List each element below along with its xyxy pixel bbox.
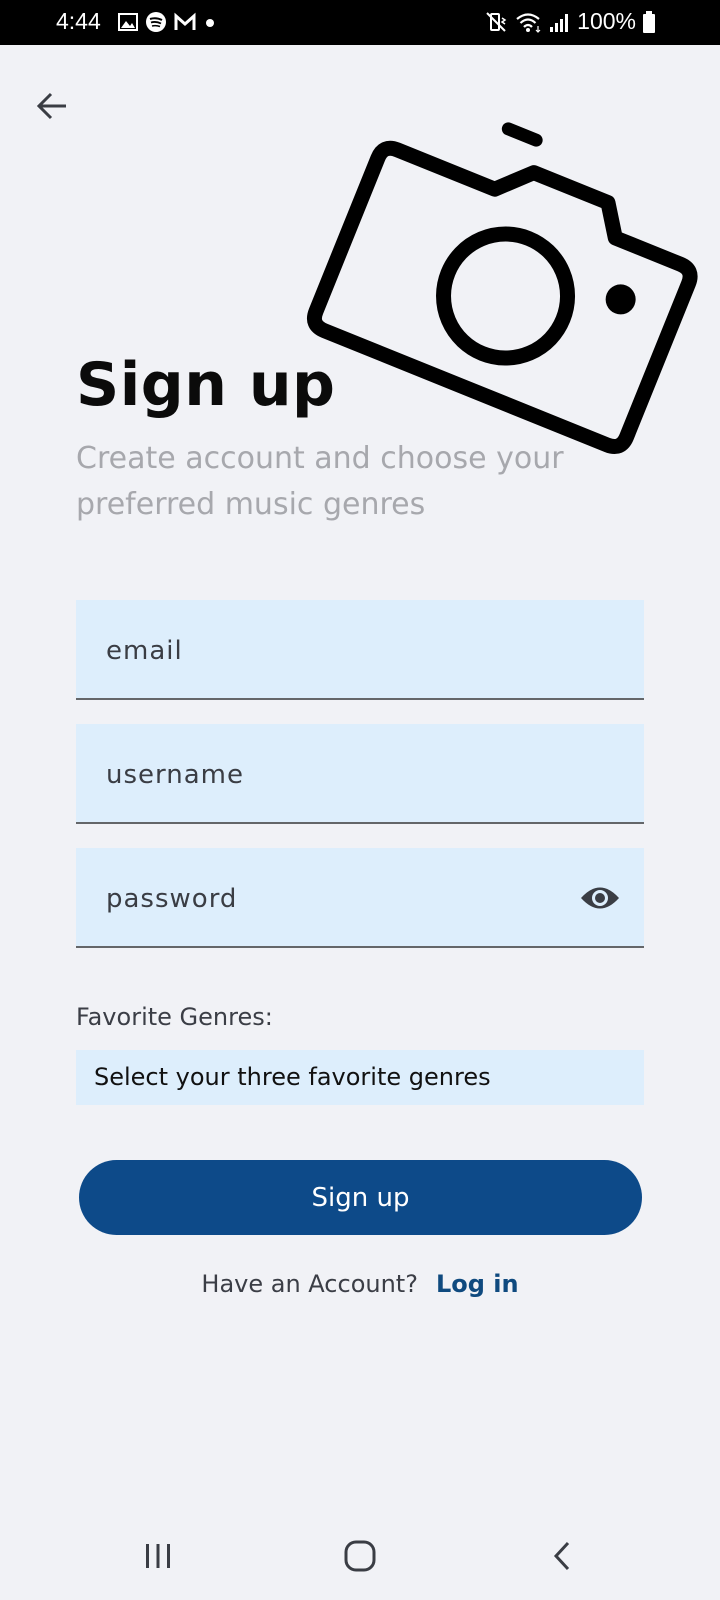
email-field xyxy=(76,600,644,700)
recents-button[interactable] xyxy=(128,1534,188,1578)
home-button[interactable] xyxy=(330,1534,390,1578)
battery-icon xyxy=(643,10,655,33)
page-title: Sign up xyxy=(76,350,336,420)
home-icon xyxy=(344,1540,376,1572)
status-time: 4:44 xyxy=(56,8,101,34)
email-input[interactable] xyxy=(106,630,586,672)
status-system-icons: 100% xyxy=(485,8,656,35)
genres-select-text: Select your three favorite genres xyxy=(94,1063,491,1091)
signal-icon xyxy=(550,13,569,32)
wifi-icon xyxy=(516,12,541,33)
arrow-left-icon xyxy=(36,92,66,120)
login-link[interactable]: Log in xyxy=(436,1270,519,1298)
gmail-icon xyxy=(174,12,196,30)
gallery-icon xyxy=(118,13,138,31)
dot-icon xyxy=(206,19,214,27)
page-subtitle: Create account and choose your preferred… xyxy=(76,441,564,522)
password-field xyxy=(76,848,644,948)
signup-button[interactable]: Sign up xyxy=(79,1160,642,1235)
password-visibility-toggle[interactable] xyxy=(578,880,622,916)
genres-label: Favorite Genres: xyxy=(76,1003,273,1031)
eye-icon xyxy=(581,887,619,909)
back-button[interactable] xyxy=(30,84,74,128)
password-input[interactable] xyxy=(106,878,586,920)
spotify-icon xyxy=(146,12,166,32)
status-notification-icons xyxy=(118,11,217,33)
login-prompt: Have an Account? xyxy=(201,1270,418,1298)
recents-icon xyxy=(146,1544,170,1568)
username-field xyxy=(76,724,644,824)
back-icon xyxy=(553,1541,570,1571)
username-input[interactable] xyxy=(106,754,586,796)
nav-back-button[interactable] xyxy=(532,1534,592,1578)
mute-vibrate-icon xyxy=(486,11,507,32)
battery-percentage: 100% xyxy=(577,8,636,34)
navigation-bar xyxy=(0,1512,720,1600)
camera-icon xyxy=(306,122,698,455)
genres-select[interactable]: Select your three favorite genres xyxy=(76,1050,644,1105)
status-bar: 4:44 100% xyxy=(0,0,720,45)
login-row: Have an Account? Log in xyxy=(0,1270,720,1298)
